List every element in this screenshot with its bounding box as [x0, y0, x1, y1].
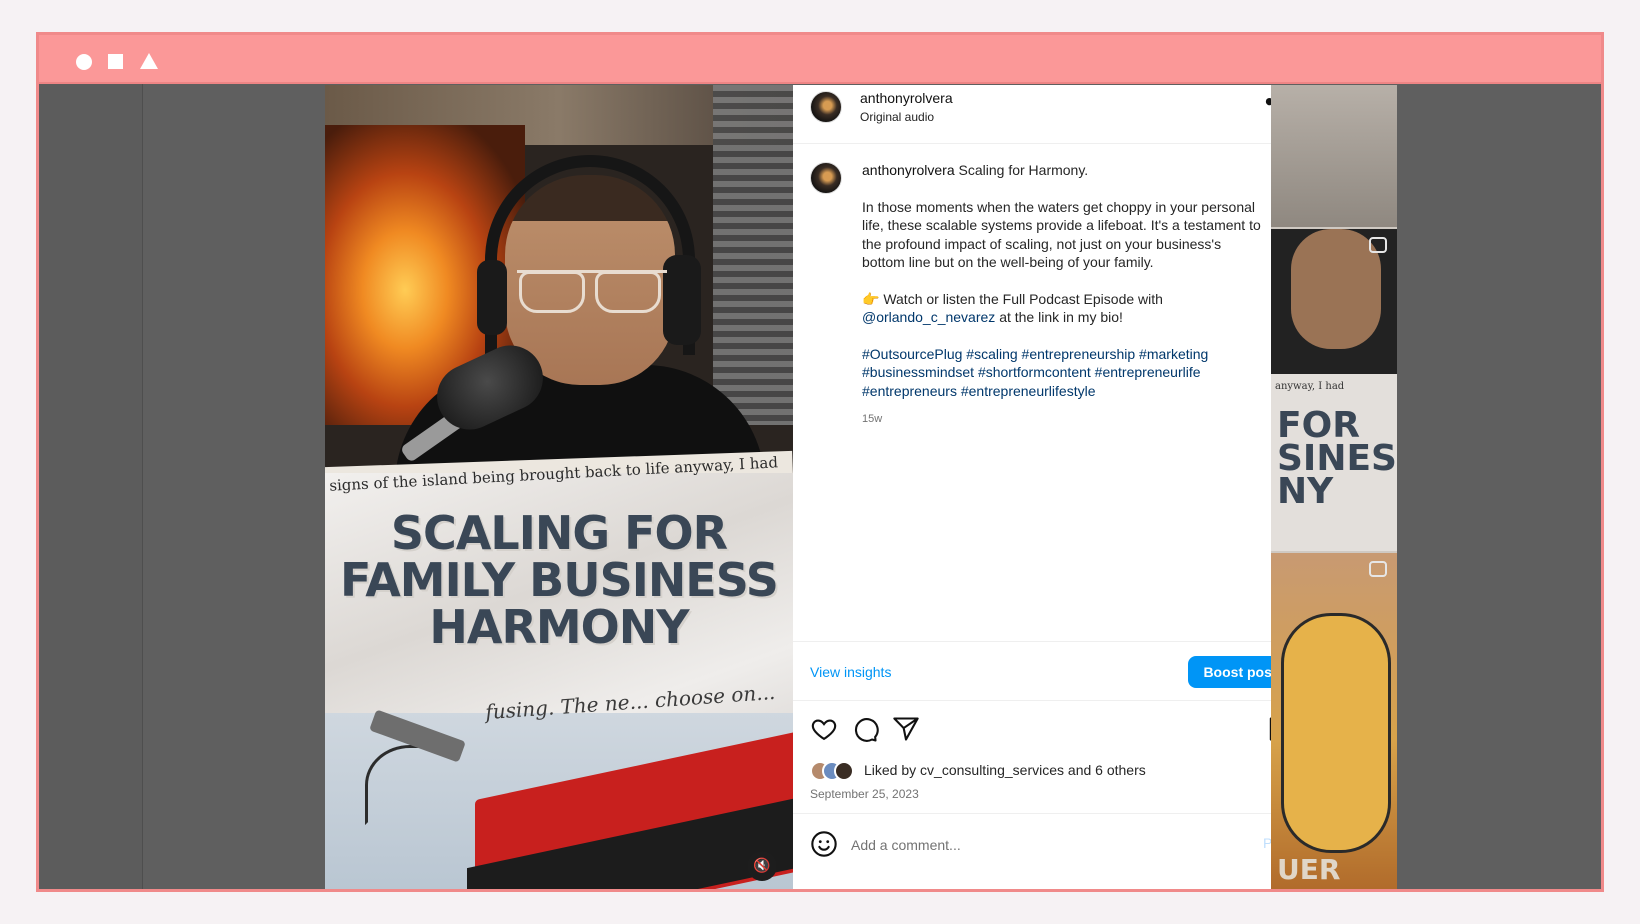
caption: anthonyrolvera Scaling for Harmony. In t…: [793, 145, 1271, 641]
comment-bar: Post: [793, 813, 1291, 889]
circle-icon[interactable]: [76, 54, 92, 70]
thumbnail[interactable]: UER: [1271, 553, 1397, 889]
headphone-cup-left: [477, 260, 507, 335]
action-bar: [793, 705, 1289, 755]
thumbnail-headline-line: NY: [1277, 471, 1334, 512]
audio-label[interactable]: Original audio: [860, 110, 934, 124]
post-panel: anthonyrolvera Original audio ••• anthon…: [793, 85, 1303, 889]
post-age: 15w: [862, 413, 883, 425]
eyeglasses: [517, 270, 667, 313]
caption-username[interactable]: anthonyrolvera: [862, 162, 955, 178]
hashtags[interactable]: #OutsourcePlug #scaling #entrepreneurshi…: [862, 345, 1262, 401]
headline-line-1: SCALING FOR: [390, 506, 728, 560]
avatar[interactable]: [810, 162, 842, 194]
likes-text: Liked by cv_consulting_services and 6 ot…: [864, 762, 1146, 778]
thumbnail-headline: FOR SINESS NY: [1277, 408, 1397, 512]
triangle-icon[interactable]: [140, 53, 158, 69]
likes-prefix: Liked by: [864, 762, 917, 778]
reel-icon: [1369, 561, 1387, 577]
caption-title: Scaling for Harmony.: [958, 162, 1089, 178]
app-window: signs of the island being brought back t…: [36, 32, 1604, 892]
post-date: September 25, 2023: [810, 787, 919, 801]
thumbnail[interactable]: anyway, I had FOR SINESS NY: [1271, 229, 1397, 551]
caption-cta: Watch or listen the Full Podcast Episode…: [883, 290, 1163, 307]
thumbnail-strip: anyway, I had FOR SINESS NY UER: [1271, 85, 1397, 889]
likes-others[interactable]: 6 others: [1095, 762, 1146, 778]
headline-line-2: FAMILY BUSINESS: [340, 553, 779, 607]
reel-video[interactable]: signs of the island being brought back t…: [325, 85, 793, 889]
thumbnail-text: UER: [1277, 853, 1341, 886]
liker-username[interactable]: cv_consulting_services: [920, 762, 1064, 778]
insights-bar: View insights Boost post: [793, 641, 1292, 701]
caption-body: anthonyrolvera Scaling for Harmony. In t…: [862, 161, 1262, 429]
cable: [365, 745, 455, 825]
post-header: anthonyrolvera Original audio •••: [793, 85, 1303, 144]
heart-icon[interactable]: [810, 715, 838, 743]
headline-line-3: HARMONY: [429, 600, 689, 654]
emoji-icon[interactable]: [810, 830, 838, 858]
share-icon[interactable]: [892, 715, 920, 743]
headphone-cup-right: [663, 255, 701, 345]
thumbnail-illustration: [1281, 613, 1391, 853]
likes-and: and: [1067, 762, 1092, 778]
square-icon[interactable]: [108, 54, 123, 69]
likes-row: Liked by cv_consulting_services and 6 ot…: [810, 759, 1270, 783]
thumbnail-person: [1291, 229, 1381, 349]
comment-input[interactable]: [851, 834, 1231, 856]
view-insights-link[interactable]: View insights: [810, 664, 891, 680]
sidebar: [39, 84, 143, 889]
caption-paragraph: In those moments when the waters get cho…: [862, 198, 1261, 271]
avatar[interactable]: [834, 761, 854, 781]
poster-image: [713, 85, 793, 425]
speaker-muted-icon[interactable]: 🔇: [747, 851, 777, 881]
caption-cta-tail: at the link in my bio!: [999, 309, 1123, 325]
title-bar: [39, 35, 1601, 84]
reel-icon: [1369, 237, 1387, 253]
video-headline: SCALING FOR FAMILY BUSINESS HARMONY: [325, 510, 793, 651]
avatar[interactable]: [810, 91, 842, 123]
comment-icon[interactable]: [851, 715, 879, 743]
post-username[interactable]: anthonyrolvera: [860, 90, 953, 106]
thumbnail-scrap-text: anyway, I had: [1275, 381, 1345, 392]
mention-link[interactable]: @orlando_c_nevarez: [862, 309, 995, 325]
thumbnail[interactable]: [1271, 85, 1397, 227]
pointing-hand-icon: 👉: [862, 290, 880, 307]
